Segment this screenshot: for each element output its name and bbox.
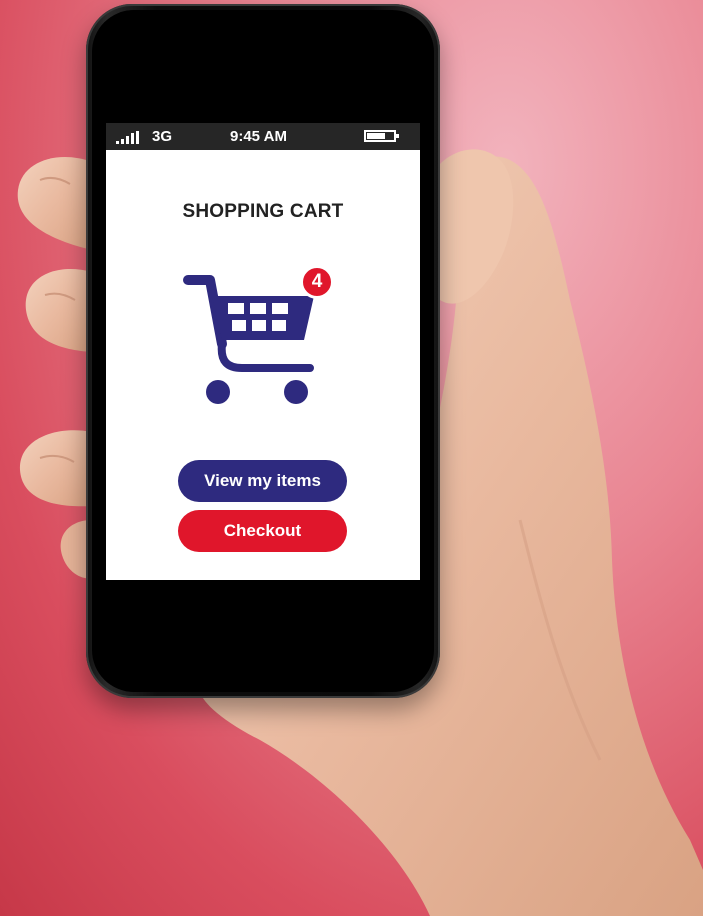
battery-icon	[364, 130, 399, 142]
view-items-button[interactable]: View my items	[178, 460, 347, 502]
phone-screen: 3G 9:45 AM SHOPPING CART 4 View my items…	[106, 123, 420, 580]
signal-icon	[116, 131, 139, 144]
page-title: SHOPPING CART	[182, 201, 344, 222]
network-type: 3G	[152, 128, 173, 145]
cart-count-badge: 4	[300, 265, 334, 299]
status-time: 9:45 AM	[230, 128, 287, 145]
status-bar: 3G 9:45 AM	[106, 123, 420, 150]
checkout-button[interactable]: Checkout	[178, 510, 347, 552]
